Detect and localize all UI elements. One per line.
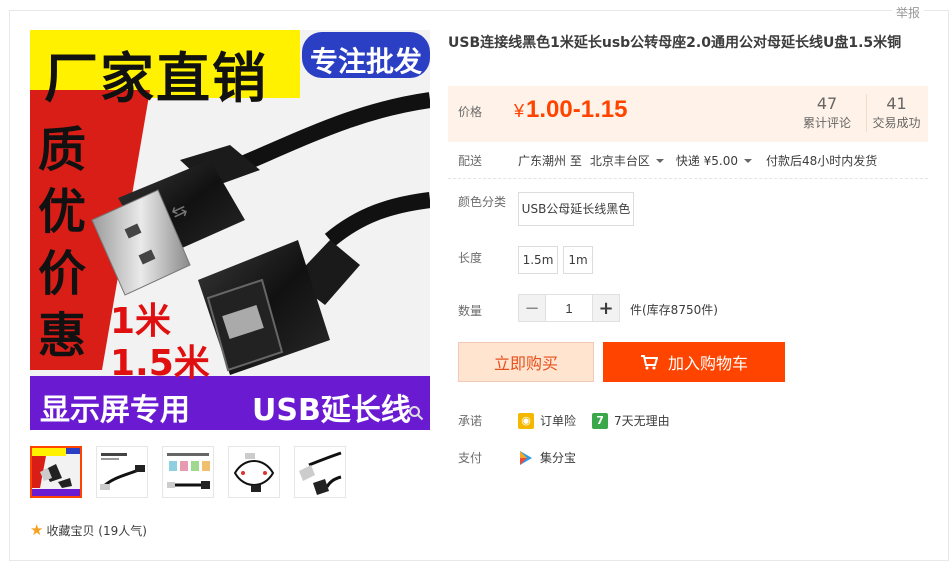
review-count[interactable]: 47 累计评论 [801, 94, 853, 132]
add-to-cart-button[interactable]: 加入购物车 [603, 342, 785, 382]
shipping-row: 配送 广东潮州 至 北京丰台区 快递 ¥5.00 付款后48小时内发货 [458, 152, 877, 169]
thumbnail-3[interactable] [162, 446, 214, 498]
quantity-input[interactable] [545, 295, 593, 321]
side-char-4: 惠 [38, 308, 87, 364]
zoom-icon[interactable] [408, 405, 424, 424]
sales-count: 41 交易成功 [866, 94, 922, 132]
divider [448, 178, 928, 179]
stock-info: 件(库存8750件) [630, 303, 718, 317]
sales-count-number: 41 [886, 94, 907, 113]
quantity-label: 数量 [458, 304, 483, 318]
shipping-label: 配送 [458, 154, 483, 168]
product-title: USB连接线黑色1米延长usb公转母座2.0通用公对母延长线U盘1.5米铜 [448, 35, 902, 51]
thumbnail-5[interactable] [294, 446, 346, 498]
seven-day-return-icon: 7 [592, 412, 609, 429]
currency-symbol: ¥ [514, 101, 525, 121]
promise-item-return[interactable]: 7天无理由 [614, 412, 670, 429]
price-label: 价格 [458, 105, 483, 119]
review-count-number: 47 [816, 94, 838, 113]
jifenbao-icon [518, 450, 534, 466]
promise-label: 承诺 [458, 414, 483, 428]
price-value: ¥1.00-1.15 [514, 96, 627, 124]
shipping-destination[interactable]: 北京丰台区 [590, 152, 650, 169]
decrement-button[interactable]: − [519, 295, 545, 321]
side-char-1: 质 [38, 122, 87, 178]
bottom-left-text: 显示屏专用 [40, 393, 190, 428]
side-char-2: 优 [38, 184, 87, 240]
thumbnail-2[interactable] [96, 446, 148, 498]
buy-now-button[interactable]: 立即购买 [458, 342, 594, 382]
thumbnail-4[interactable] [228, 446, 280, 498]
color-label: 颜色分类 [458, 195, 507, 209]
price-amount: 1.00-1.15 [526, 96, 628, 123]
increment-button[interactable]: + [593, 295, 619, 321]
chevron-down-icon[interactable] [655, 158, 664, 163]
thumbnail-strip [30, 446, 346, 498]
star-icon: ★ [30, 521, 44, 539]
banner-left-text: 厂家直销 [44, 47, 268, 110]
banner-right-text: 专注批发 [310, 45, 423, 78]
promise-item-insurance[interactable]: 订单险 [540, 412, 576, 429]
favorite-label: 收藏宝贝 (19人气) [46, 523, 147, 538]
promise-row: 承诺 ◉ 订单险 7 7天无理由 [458, 412, 670, 429]
shipping-express[interactable]: 快递 ¥5.00 [676, 152, 738, 169]
report-link[interactable]: 举报 [892, 4, 925, 21]
quantity-stepper: − + [518, 294, 620, 322]
favorite-link[interactable]: ★ 收藏宝贝 (19人气) [30, 521, 147, 539]
cart-icon [640, 355, 658, 370]
bottom-right-text: USB延长线 [252, 393, 411, 428]
length-option-1m[interactable]: 1m [563, 246, 593, 274]
price-box: 价格 ¥1.00-1.15 47 累计评论 41 交易成功 [448, 86, 928, 142]
add-to-cart-label: 加入购物车 [667, 354, 748, 373]
shipping-promise: 付款后48小时内发货 [766, 154, 878, 168]
payment-item-jifenbao[interactable]: 集分宝 [540, 449, 576, 466]
color-option[interactable]: USB公母延长线黑色 [518, 192, 634, 226]
review-count-label: 累计评论 [802, 116, 851, 130]
side-char-3: 价 [38, 246, 87, 302]
length-label: 长度 [458, 251, 483, 265]
payment-label: 支付 [458, 451, 483, 465]
main-product-image[interactable]: ⇆ 厂家直销 专注批发 质 优 价 惠 1米 1.5米 显示屏专用 USB延长线 [30, 30, 430, 430]
sales-count-label: 交易成功 [872, 116, 921, 130]
thumbnail-1[interactable] [30, 446, 82, 498]
length-text-2: 1.5米 [110, 343, 210, 384]
payment-row: 支付 集分宝 [458, 449, 576, 466]
shipping-origin: 广东潮州 至 [518, 154, 582, 168]
length-option-1-5m[interactable]: 1.5m [518, 246, 558, 274]
order-insurance-icon: ◉ [518, 412, 534, 429]
chevron-down-icon[interactable] [744, 158, 753, 163]
